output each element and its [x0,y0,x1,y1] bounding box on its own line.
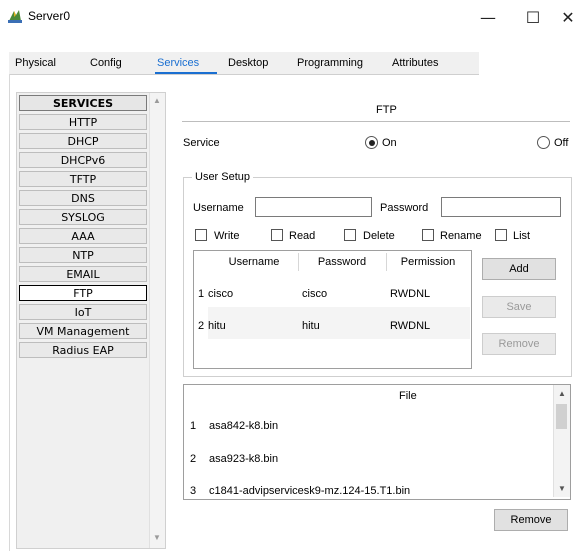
file-number: 2 [190,453,197,465]
services-list: SERVICES HTTP DHCP DHCPv6 TFTP DNS SYSLO… [16,92,166,549]
service-item-vm-management[interactable]: VM Management [19,323,147,339]
tab-services[interactable]: Services [157,57,199,69]
tab-desktop[interactable]: Desktop [228,57,268,69]
row-username: hitu [208,320,226,332]
title-bar: Server0 — ☐ ✕ [0,0,585,34]
service-item-syslog[interactable]: SYSLOG [19,209,147,225]
file-item[interactable]: c1841-advipservicesk9-mz.124-15.T1.bin [209,485,410,497]
write-checkbox[interactable] [195,229,207,241]
service-item-http[interactable]: HTTP [19,114,147,130]
scroll-down-icon[interactable]: ▼ [153,533,161,542]
tab-physical[interactable]: Physical [15,57,56,69]
scroll-up-icon[interactable]: ▲ [153,96,161,105]
service-item-dhcp[interactable]: DHCP [19,133,147,149]
tab-programming[interactable]: Programming [297,57,363,69]
scroll-thumb[interactable] [556,404,567,429]
column-header-file[interactable]: File [399,390,417,402]
minimize-button[interactable]: — [468,2,508,32]
services-header: SERVICES [19,95,147,111]
service-item-aaa[interactable]: AAA [19,228,147,244]
column-header-permission[interactable]: Permission [390,251,466,273]
maximize-button[interactable]: ☐ [513,2,553,32]
file-item[interactable]: asa842-k8.bin [209,420,278,432]
save-button[interactable]: Save [482,296,556,318]
delete-label[interactable]: Delete [363,230,395,242]
service-item-iot[interactable]: IoT [19,304,147,320]
write-label[interactable]: Write [214,230,239,242]
table-row[interactable] [208,307,470,339]
remove-file-button[interactable]: Remove [494,509,568,531]
list-label[interactable]: List [513,230,530,242]
tab-bar: Physical Config Services Desktop Program… [9,52,577,75]
add-button[interactable]: Add [482,258,556,280]
password-label: Password [380,202,429,214]
file-number: 3 [190,485,197,497]
row-number: 2 [198,320,205,332]
service-item-dns[interactable]: DNS [19,190,147,206]
file-number: 1 [190,420,197,432]
user-setup-legend: User Setup [192,171,254,183]
users-table: Username Password Permission 1 cisco cis… [193,250,472,369]
server-icon [8,10,22,23]
rename-checkbox[interactable] [422,229,434,241]
row-username: cisco [208,288,234,300]
service-item-email[interactable]: EMAIL [19,266,147,282]
column-header-password[interactable]: Password [302,251,382,273]
table-row[interactable] [208,275,470,307]
service-on-radio[interactable] [365,136,378,149]
service-item-ftp[interactable]: FTP [19,285,147,301]
close-button[interactable]: ✕ [548,2,585,32]
services-scrollbar[interactable]: ▲ ▼ [149,93,165,548]
read-checkbox[interactable] [271,229,283,241]
service-label: Service [183,137,220,149]
service-item-dhcpv6[interactable]: DHCPv6 [19,152,147,168]
file-item[interactable]: asa923-k8.bin [209,453,278,465]
list-checkbox[interactable] [495,229,507,241]
row-password: hitu [302,320,320,332]
service-off-radio[interactable] [537,136,550,149]
service-on-label[interactable]: On [382,137,397,149]
username-input[interactable] [255,197,372,217]
service-item-ntp[interactable]: NTP [19,247,147,263]
delete-checkbox[interactable] [344,229,356,241]
read-label[interactable]: Read [289,230,315,242]
row-password: cisco [302,288,328,300]
service-item-tftp[interactable]: TFTP [19,171,147,187]
row-number: 1 [198,288,205,300]
tab-config[interactable]: Config [90,57,122,69]
username-label: Username [193,202,244,214]
ftp-title: FTP [376,104,397,116]
tab-attributes[interactable]: Attributes [392,57,438,69]
remove-user-button[interactable]: Remove [482,333,556,355]
files-list: File 1 asa842-k8.bin 2 asa923-k8.bin 3 c… [183,384,571,500]
service-off-label[interactable]: Off [554,137,568,149]
window-title: Server0 [28,9,71,23]
row-permission: RWDNL [390,288,431,300]
password-input[interactable] [441,197,561,217]
scroll-down-icon[interactable]: ▼ [558,484,566,493]
service-item-radius-eap[interactable]: Radius EAP [19,342,147,358]
row-permission: RWDNL [390,320,431,332]
rename-label[interactable]: Rename [440,230,482,242]
files-scrollbar[interactable]: ▲ ▼ [553,385,570,497]
column-header-username[interactable]: Username [214,251,294,273]
title-divider [182,121,570,122]
scroll-up-icon[interactable]: ▲ [558,389,566,398]
